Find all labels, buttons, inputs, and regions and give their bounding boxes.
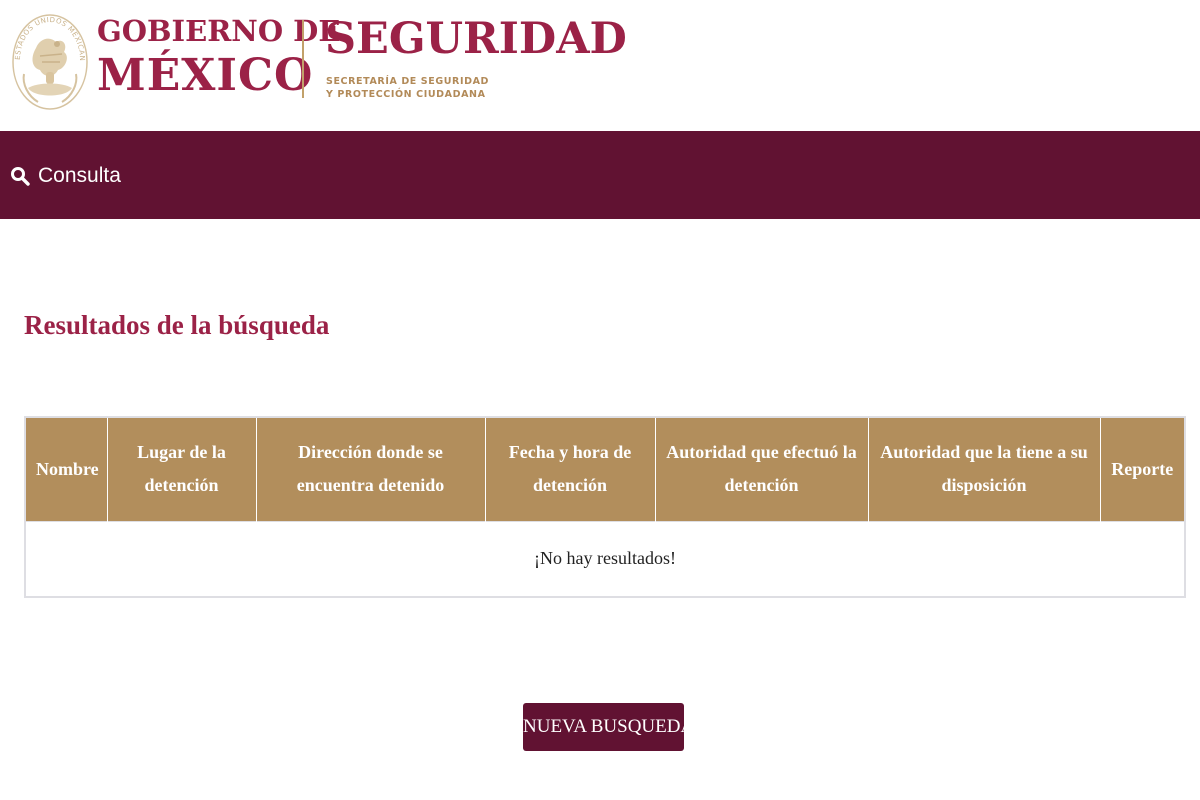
dependency-subtitle-line2: Y PROTECCIÓN CIUDADANA bbox=[326, 89, 486, 100]
page-title: Resultados de la búsqueda bbox=[24, 310, 330, 340]
search-icon bbox=[11, 167, 30, 186]
column-header-lugar-detencion: Lugar de la detención bbox=[106, 417, 256, 521]
mexico-seal-logo: ESTADOS UNIDOS MEXICANOS bbox=[10, 8, 88, 110]
column-header-reporte: Reporte bbox=[1099, 417, 1185, 521]
column-header-autoridad-disposicion: Autoridad que la tiene a su disposición bbox=[867, 417, 1100, 521]
column-header-autoridad-efectuo: Autoridad que efectuó la detención bbox=[654, 417, 868, 521]
table-header-row: Nombre Lugar de la detención Dirección d… bbox=[25, 417, 1185, 521]
results-table: Nombre Lugar de la detención Dirección d… bbox=[24, 416, 1186, 598]
empty-results-message: ¡No hay resultados! bbox=[25, 520, 1185, 597]
column-header-direccion-detenido: Dirección donde se encuentra detenido bbox=[255, 417, 485, 521]
dependency-subtitle-line1: SECRETARÍA DE SEGURIDAD bbox=[326, 76, 490, 87]
government-title-line2: MÉXICO bbox=[97, 50, 314, 101]
nav-item-label: Consulta bbox=[38, 164, 121, 187]
dependency-title: SEGURIDAD bbox=[325, 14, 627, 64]
new-search-button[interactable]: NUEVA BUSQUEDA bbox=[523, 703, 694, 751]
nav-bar: Consulta bbox=[0, 131, 1200, 219]
table-row: ¡No hay resultados! bbox=[25, 520, 1185, 597]
column-header-fecha-hora: Fecha y hora de detención bbox=[484, 417, 655, 521]
nav-item-consulta[interactable]: Consulta bbox=[10, 161, 121, 191]
site-header: ESTADOS UNIDOS MEXICANOS GOBIERNO DE MÉX… bbox=[0, 0, 1200, 131]
header-divider bbox=[302, 20, 304, 98]
column-header-nombre: Nombre bbox=[25, 417, 107, 521]
